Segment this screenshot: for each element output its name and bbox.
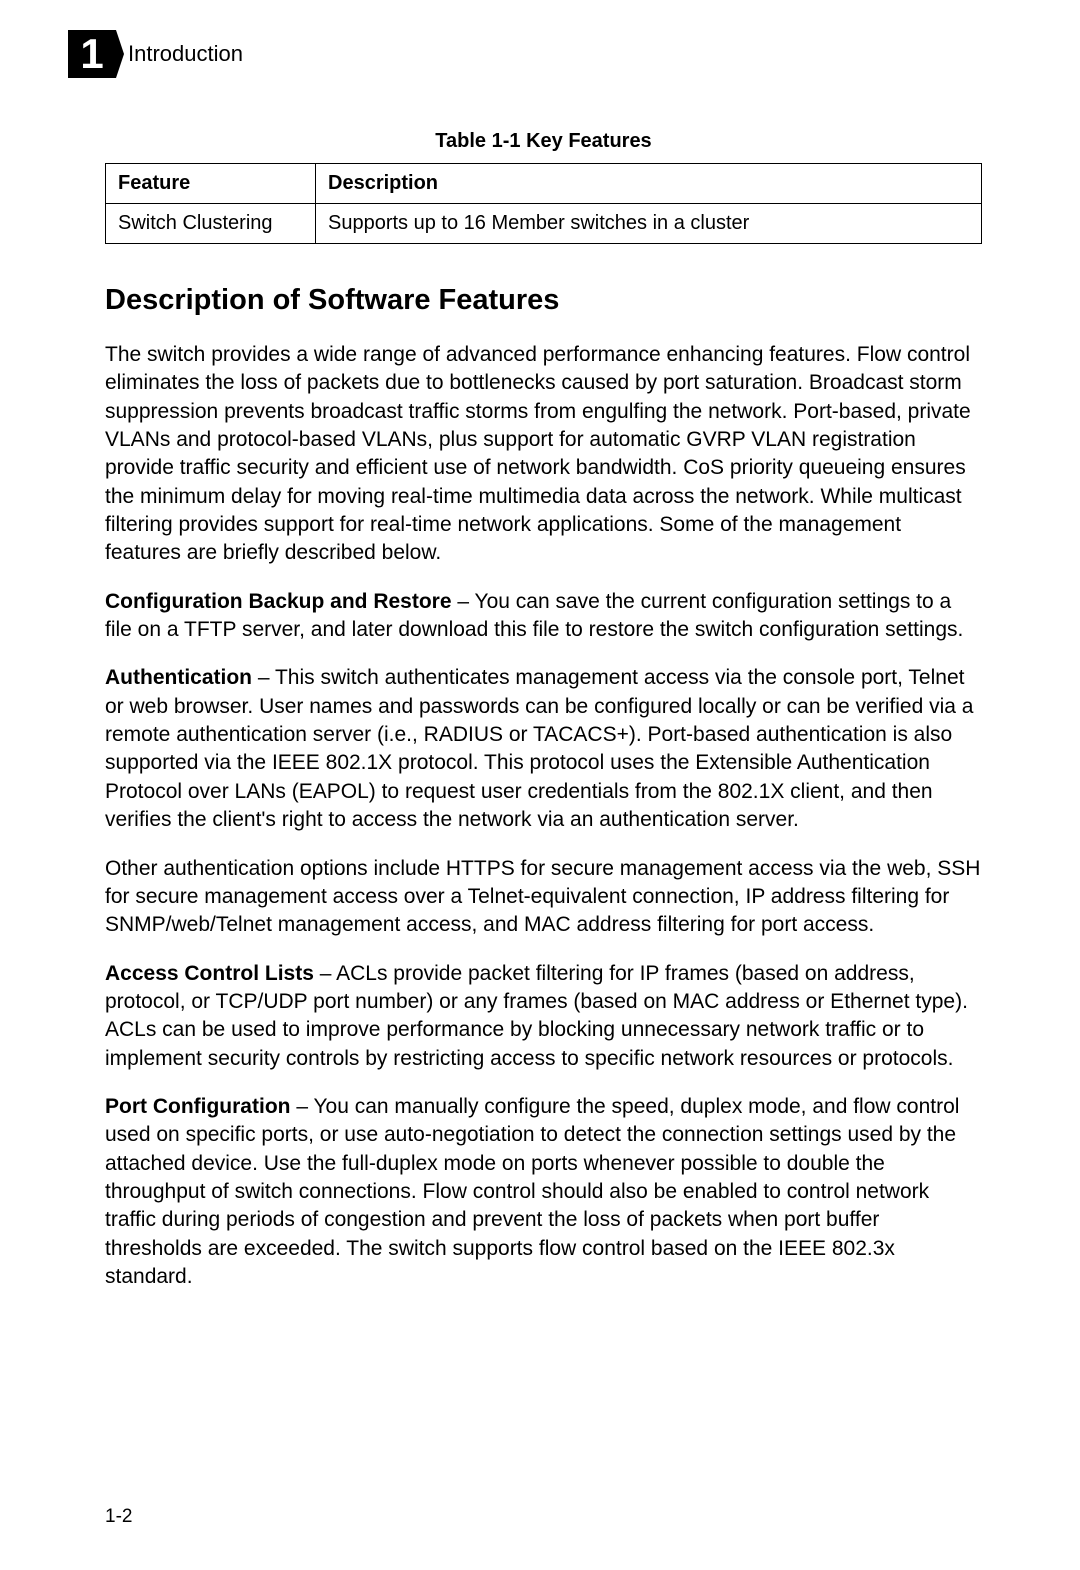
table-caption: Table 1-1 Key Features [105, 130, 982, 153]
table-header-description: Description [316, 164, 982, 204]
table-cell-feature: Switch Clustering [106, 204, 316, 244]
feature-label: Authentication [105, 666, 252, 689]
section-heading: Description of Software Features [105, 284, 982, 317]
feature-paragraph: Other authentication options include HTT… [105, 855, 982, 940]
table-header-row: Feature Description [106, 164, 982, 204]
table-cell-description: Supports up to 16 Member switches in a c… [316, 204, 982, 244]
key-features-table: Feature Description Switch Clustering Su… [105, 163, 982, 244]
chapter-number-badge: 1 [68, 30, 116, 78]
chapter-number: 1 [80, 30, 103, 78]
feature-paragraph: Access Control Lists – ACLs provide pack… [105, 960, 982, 1073]
table-row: Switch Clustering Supports up to 16 Memb… [106, 204, 982, 244]
chapter-title: Introduction [128, 41, 243, 67]
feature-text: Other authentication options include HTT… [105, 857, 980, 937]
feature-text: – You can manually configure the speed, … [105, 1095, 959, 1288]
feature-label: Access Control Lists [105, 962, 314, 985]
feature-paragraph: Configuration Backup and Restore – You c… [105, 588, 982, 645]
page-header: 1 Introduction [68, 30, 243, 78]
feature-paragraph: Port Configuration – You can manually co… [105, 1093, 982, 1291]
feature-label: Port Configuration [105, 1095, 290, 1118]
table-header-feature: Feature [106, 164, 316, 204]
feature-label: Configuration Backup and Restore [105, 590, 452, 613]
feature-text: – This switch authenticates management a… [105, 666, 973, 831]
feature-paragraph: Authentication – This switch authenticat… [105, 664, 982, 834]
intro-paragraph: The switch provides a wide range of adva… [105, 341, 982, 568]
page-content: Table 1-1 Key Features Feature Descripti… [105, 130, 982, 1311]
page-number: 1-2 [105, 1506, 132, 1528]
